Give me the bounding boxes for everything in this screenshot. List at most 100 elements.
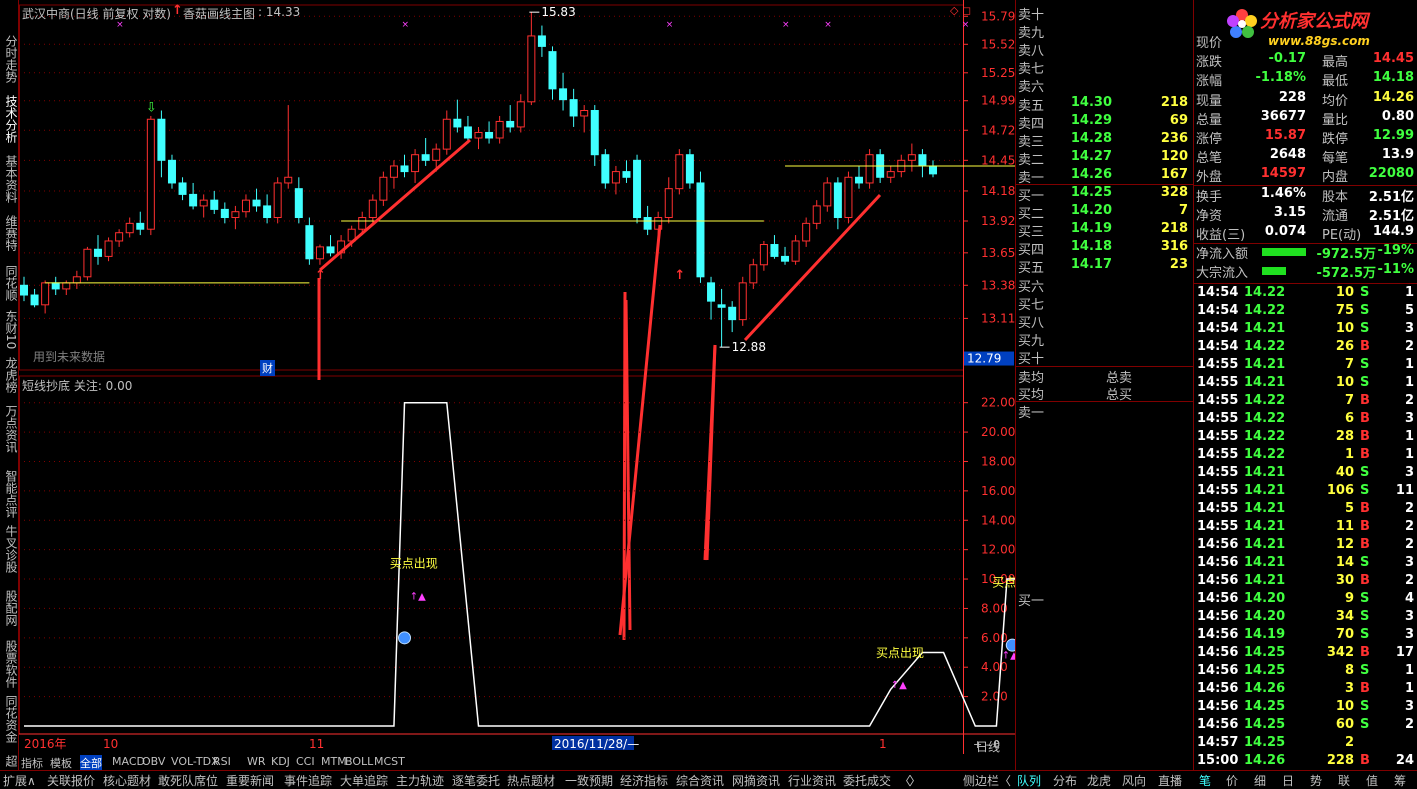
sub-frame [19,375,964,735]
candle-up [844,176,853,219]
tick-cell: 14.21 [1244,465,1286,480]
x-tick-label: 10 [103,737,118,751]
bottom-tab-26[interactable]: 细 [1254,772,1266,789]
indicator-tab-12[interactable]: MCST [374,755,405,768]
bottom-tab-5[interactable]: 事件追踪 [284,772,332,789]
bottom-tab-11[interactable]: 经济指标 [620,772,668,789]
bottom-tab-1[interactable]: 关联报价 [47,772,95,789]
indicator-tab-6[interactable]: RSI [213,755,231,768]
left-tab-13[interactable]: 超 [1,755,18,767]
indicator-tab-9[interactable]: CCI [296,755,315,768]
tick-cell: 14.21 [1244,357,1286,372]
candle-down [485,131,494,139]
indicator-tab-1[interactable]: 模板 [50,755,72,771]
bottom-tab-6[interactable]: 大单追踪 [340,772,388,789]
flow-value: -572.5万 [1316,266,1376,282]
bottom-tab-3[interactable]: 敢死队席位 [158,772,218,789]
ask-row-volume [1126,4,1188,22]
cai-badge[interactable]: 财 [260,360,275,376]
bottom-tab-7[interactable]: 主力轨迹 [396,772,444,789]
indicator-tab-0[interactable]: 指标 [21,755,43,771]
candle-up [284,176,293,184]
tick-cell: 14:56 [1197,627,1239,642]
candle-down [20,284,28,296]
tick-cell: 14:55 [1197,501,1239,516]
bottom-tab-18[interactable]: 侧边栏〈 [963,772,1011,789]
buy-arrow-icon: ⇩ [146,100,157,115]
indicator-tab-5[interactable]: VOL-TDX [171,755,219,768]
bottom-tab-21[interactable]: 龙虎 [1087,772,1111,789]
bottom-tab-25[interactable]: 价 [1226,772,1238,789]
indicator-tab-2[interactable]: 全部 [80,755,102,771]
left-tab-1[interactable]: 技术分析 [1,95,18,143]
left-tab-5[interactable]: 东财10 [1,310,18,349]
left-tab-9[interactable]: 牛叉诊股 [1,525,18,573]
bottom-tab-30[interactable]: 值 [1366,772,1378,789]
indicator-tab-3[interactable]: MACD [112,755,145,768]
quote-label: 最低 [1322,74,1349,90]
bottom-tab-13[interactable]: 网摘资讯 [732,772,780,789]
bottom-tab-10[interactable]: 一致预期 [565,772,613,789]
bottom-tab-31[interactable]: 筹 [1394,772,1406,789]
book-total-buy: 总买 [1106,388,1133,403]
left-tab-2[interactable]: 基本资料 [1,155,18,203]
tick-cell: B [1360,681,1370,696]
bid-row-price: 14.25 [1070,185,1112,200]
main-ytick-label: 14.99 [981,94,1015,108]
current-price-tag: 12.79 [967,352,1001,366]
tick-cell: 14:56 [1197,591,1239,606]
tick-cell: 14.25 [1244,735,1286,750]
tick-cell: 3 [1404,609,1414,624]
indicator-tab-7[interactable]: WR [247,755,266,768]
left-tab-3[interactable]: 维赛特 [1,215,18,251]
left-tab-0[interactable]: 分时走势 [1,35,18,83]
bottom-tab-17[interactable]: 〉 [909,772,921,789]
bottom-tab-20[interactable]: 分布 [1053,772,1077,789]
tick-cell: 7 [1344,357,1354,372]
left-tab-6[interactable]: 龙虎榜 [1,357,18,393]
tick-cell: 10 [1335,285,1354,300]
indicator-tab-4[interactable]: OBV [142,755,165,768]
candle-down [770,244,779,257]
buy-signal-label: 买点出现 [390,556,438,570]
bottom-tab-23[interactable]: 直播 [1158,772,1182,789]
bottom-tab-19[interactable]: 队列 [1017,772,1041,789]
bottom-tab-22[interactable]: 风向 [1122,772,1146,789]
left-tab-12[interactable]: 同花资金 [1,695,18,743]
tick-cell: 4 [1404,591,1414,606]
bottom-tab-9[interactable]: 热点题材 [507,772,555,789]
bottom-tab-29[interactable]: 联 [1338,772,1350,789]
bottom-tab-8[interactable]: 逐笔委托 [452,772,500,789]
left-tab-7[interactable]: 万点资讯 [1,405,18,453]
bottom-tab-28[interactable]: 势 [1310,772,1322,789]
indicator-tab-11[interactable]: BOLL [345,755,373,768]
trend-arrow [622,291,627,641]
indicator-tab-10[interactable]: MTM [321,755,347,768]
bottom-tab-14[interactable]: 行业资讯 [788,772,836,789]
candle-down [833,182,842,219]
tick-cell: 14.21 [1244,573,1286,588]
bottom-tab-15[interactable]: 委托成交 [843,772,891,789]
bottom-tab-27[interactable]: 日 [1282,772,1294,789]
bottom-tab-0[interactable]: 扩展∧ [3,772,36,789]
bottom-tab-4[interactable]: 重要新闻 [226,772,274,789]
candle-down [717,304,726,308]
tick-cell: 3 [1404,699,1414,714]
bottom-tab-12[interactable]: 综合资讯 [676,772,724,789]
bottom-tab-2[interactable]: 核心题材 [103,772,151,789]
quote-label: 外盘 [1196,170,1223,186]
left-tab-8[interactable]: 智能点评 [1,470,18,518]
main-ytick-label: 14.72 [981,123,1015,137]
tick-cell: 10 [1335,699,1354,714]
indicator-tab-8[interactable]: KDJ [271,755,290,768]
left-tab-10[interactable]: 股配网 [1,590,18,626]
left-tab-11[interactable]: 股票软件 [1,640,18,688]
left-tab-4[interactable]: 同花顺 [1,265,18,301]
bid-row-label: 买七 [1018,297,1045,313]
tick-cell: 26 [1335,339,1354,354]
window-close-icon[interactable]: ◇ ◻ [950,4,971,17]
bottom-tab-24[interactable]: 笔 [1199,772,1211,789]
signal-line [24,401,1015,727]
tick-cell: 14:54 [1197,303,1239,318]
quote-value: 1.46% [1260,185,1306,201]
